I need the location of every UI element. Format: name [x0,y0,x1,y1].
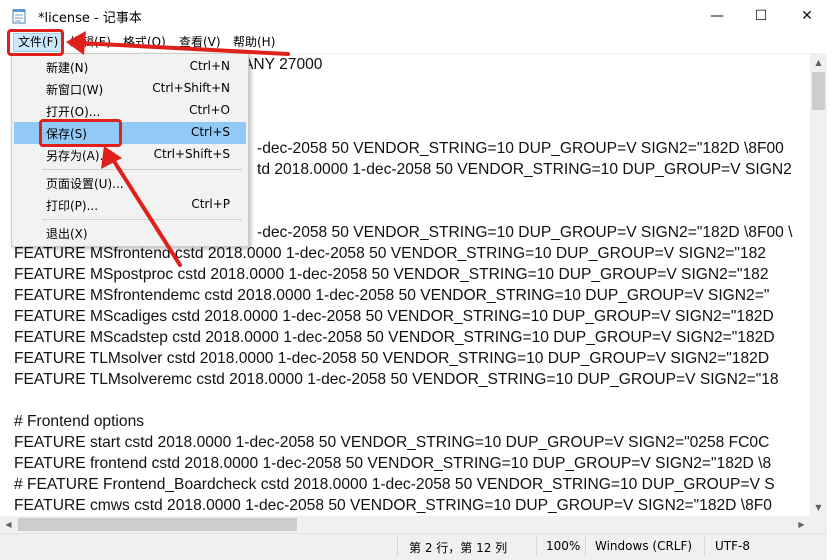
menu-item-label: 另存为(A)... [46,149,112,163]
status-encoding: UTF-8 [715,539,750,553]
editor-line: FEATURE MScadstep cstd 2018.0000 1-dec-2… [14,329,775,346]
menu-view[interactable]: 查看(V) [175,34,225,51]
menu-edit[interactable]: 编辑(E) [66,34,115,51]
menu-item-shortcut: Ctrl+P [191,197,230,211]
menu-separator [42,219,242,220]
notepad-icon [12,9,26,24]
editor-line: -dec-2058 50 VENDOR_STRING=10 DUP_GROUP=… [257,224,793,241]
window-right-edge [827,0,835,560]
scroll-left-icon[interactable]: ◀ [0,516,17,533]
menu-item-exit[interactable]: 退出(X) [14,222,246,244]
editor-line: td 2018.0000 1-dec-2058 50 VENDOR_STRING… [257,161,792,178]
menu-item-label: 页面设置(U)... [46,177,124,191]
file-menu-dropdown: 新建(N) Ctrl+N 新窗口(W) Ctrl+Shift+N 打开(O)..… [11,53,249,247]
menu-item-shortcut: Ctrl+O [189,103,230,117]
scroll-down-icon[interactable]: ▼ [810,499,827,516]
menu-item-label: 新建(N) [46,61,89,75]
menu-item-label: 新窗口(W) [46,83,104,97]
menu-item-new[interactable]: 新建(N) Ctrl+N [14,56,246,78]
close-button[interactable]: ✕ [784,0,830,32]
menu-item-shortcut: Ctrl+Shift+N [152,81,230,95]
maximize-icon: ☐ [754,8,768,24]
minimize-button[interactable]: — [694,0,740,32]
editor-line: FEATURE cmws cstd 2018.0000 1-dec-2058 5… [14,497,772,514]
status-bar: 第 2 行，第 12 列 100% Windows (CRLF) UTF-8 [0,533,835,560]
vertical-scrollbar[interactable]: ▲ ▼ [810,54,827,516]
status-position: 第 2 行，第 12 列 [409,541,508,555]
minimize-icon: — [710,8,724,24]
horizontal-scrollbar[interactable]: ◀ ▶ [0,516,810,533]
status-divider [397,536,398,556]
status-line-ending: Windows (CRLF) [595,539,693,553]
editor-line: FEATURE MSpostproc cstd 2018.0000 1-dec-… [14,266,769,283]
editor-line: ANY 27000 [243,56,323,73]
vertical-scroll-thumb[interactable] [812,72,825,110]
status-zoom: 100% [546,539,581,553]
status-divider [585,536,586,556]
menu-format[interactable]: 格式(O) [119,34,170,51]
editor-line: FEATURE TLMsolver cstd 2018.0000 1-dec-2… [14,350,770,367]
annotation-box-save [39,119,122,147]
menu-item-new-window[interactable]: 新窗口(W) Ctrl+Shift+N [14,78,246,100]
menu-help[interactable]: 帮助(H) [229,34,279,51]
menu-item-print[interactable]: 打印(P)... Ctrl+P [14,194,246,216]
status-divider [536,536,537,556]
menu-item-label: 打开(O)... [46,105,101,119]
editor-line: FEATURE TLMsolveremc cstd 2018.0000 1-de… [14,371,779,388]
menu-item-label: 退出(X) [46,227,88,241]
horizontal-scroll-thumb[interactable] [18,518,297,531]
menu-bar: 文件(F) 编辑(E) 格式(O) 查看(V) 帮助(H) [0,32,835,53]
scroll-up-icon[interactable]: ▲ [810,54,827,71]
annotation-box-file-menu [7,29,64,56]
editor-line: # FEATURE Frontend_Boardcheck cstd 2018.… [14,476,775,493]
menu-separator [42,169,242,170]
close-icon: ✕ [801,8,813,24]
editor-line: FEATURE start cstd 2018.0000 1-dec-2058 … [14,434,770,451]
notepad-window: *license - 记事本 — ☐ ✕ 文件(F) 编辑(E) 格式(O) 查… [0,0,835,560]
editor-line: FEATURE MSfrontendemc cstd 2018.0000 1-d… [14,287,770,304]
scroll-right-icon[interactable]: ▶ [793,516,810,533]
editor-line: # Frontend options [14,413,145,430]
menu-item-shortcut: Ctrl+Shift+S [153,147,230,161]
menu-item-shortcut: Ctrl+N [189,59,230,73]
editor-line: FEATURE MScadiges cstd 2018.0000 1-dec-2… [14,308,774,325]
menu-item-label: 打印(P)... [46,199,99,213]
menu-item-save-as[interactable]: 另存为(A)... Ctrl+Shift+S [14,144,246,166]
scrollbar-corner [810,516,827,533]
menu-item-shortcut: Ctrl+S [190,125,230,139]
editor-line: FEATURE frontend cstd 2018.0000 1-dec-20… [14,455,772,472]
status-divider [704,536,705,556]
window-title: *license - 记事本 [38,11,142,26]
editor-line: -dec-2058 50 VENDOR_STRING=10 DUP_GROUP=… [257,140,784,157]
title-bar[interactable]: *license - 记事本 — ☐ ✕ [0,0,835,32]
maximize-button[interactable]: ☐ [738,0,784,32]
menu-item-page-setup[interactable]: 页面设置(U)... [14,172,246,194]
